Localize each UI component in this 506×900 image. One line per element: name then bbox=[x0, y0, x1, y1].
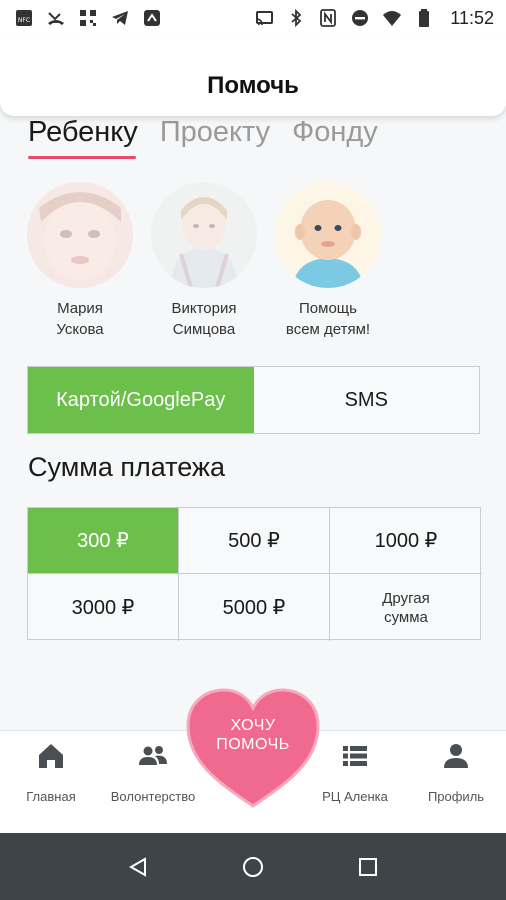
person-icon bbox=[444, 744, 468, 768]
pay-by-sms-button[interactable]: SMS bbox=[254, 367, 480, 433]
wifi-icon bbox=[382, 8, 402, 28]
nav-label: Главная bbox=[26, 789, 76, 804]
battery-icon bbox=[414, 8, 434, 28]
nav-label: РЦ Аленка bbox=[322, 789, 388, 804]
back-icon bbox=[128, 856, 146, 877]
square-recents-icon bbox=[359, 857, 378, 876]
amount-option[interactable]: 5000 ₽ bbox=[179, 574, 330, 641]
amount-option[interactable]: 500 ₽ bbox=[179, 508, 330, 574]
home-system-button[interactable] bbox=[238, 852, 268, 882]
nfc-n-icon bbox=[318, 8, 338, 28]
child-photo bbox=[151, 182, 257, 288]
child-card[interactable]: Виктория Симцова bbox=[144, 182, 264, 340]
sum-title: Сумма платежа bbox=[28, 452, 225, 482]
cast-icon bbox=[254, 8, 274, 28]
child-photo bbox=[275, 182, 381, 288]
tab-child[interactable]: Ребенку bbox=[28, 116, 138, 159]
telegram-icon bbox=[110, 8, 130, 28]
payment-method-toggle: Картой/GooglePay SMS bbox=[27, 366, 480, 434]
people-icon bbox=[139, 746, 167, 765]
list-icon bbox=[343, 746, 367, 766]
svg-text:NFC: NFC bbox=[18, 17, 30, 24]
app-icon bbox=[142, 8, 162, 28]
other-amount-button[interactable]: Другая сумма bbox=[330, 574, 482, 641]
home-icon bbox=[39, 744, 63, 768]
circle-home-icon bbox=[242, 856, 263, 877]
nfc-icon: NFC bbox=[14, 8, 34, 28]
help-button-label: ХОЧУ ПОМОЧЬ bbox=[216, 717, 290, 753]
status-bar: NFC 11:52 bbox=[0, 0, 506, 36]
child-photo bbox=[27, 182, 133, 288]
app-header: Помочь bbox=[0, 36, 506, 116]
child-name: Помощь всем детям! bbox=[285, 300, 371, 338]
nav-home[interactable]: Главная bbox=[1, 741, 101, 804]
tab-fund[interactable]: Фонду bbox=[292, 116, 378, 159]
recents-button[interactable] bbox=[353, 852, 383, 882]
child-name: Виктория Симцова bbox=[171, 300, 237, 338]
system-navigation-bar bbox=[0, 833, 506, 900]
bluetooth-icon bbox=[286, 8, 306, 28]
tab-project[interactable]: Проекту bbox=[160, 116, 270, 159]
missed-call-icon bbox=[46, 8, 66, 28]
help-heart-button[interactable]: ХОЧУ ПОМОЧЬ bbox=[184, 686, 322, 810]
amount-option[interactable]: 1000 ₽ bbox=[330, 508, 482, 574]
child-card[interactable]: Помощь всем детям! bbox=[268, 182, 388, 340]
child-card[interactable]: Мария Ускова bbox=[20, 182, 140, 340]
pay-by-card-button[interactable]: Картой/GooglePay bbox=[28, 367, 254, 433]
amount-options: 300 ₽ 500 ₽ 1000 ₽ 3000 ₽ 5000 ₽ Другая … bbox=[27, 507, 482, 641]
clock: 11:52 bbox=[450, 7, 494, 28]
amount-option[interactable]: 300 ₽ bbox=[28, 508, 179, 574]
nav-label: Профиль bbox=[427, 789, 485, 804]
qr-icon bbox=[78, 8, 98, 28]
children-list: Мария Ускова Виктория Симцова Помощь все… bbox=[20, 182, 388, 340]
back-button[interactable] bbox=[123, 852, 153, 882]
dnd-icon bbox=[350, 8, 370, 28]
child-name: Мария Ускова bbox=[56, 300, 104, 338]
help-target-tabs: Ребенку Проекту Фонду bbox=[28, 116, 378, 159]
nav-label: Волонтерство bbox=[110, 789, 196, 804]
page-title: Помочь bbox=[207, 72, 299, 99]
nav-profile[interactable]: Профиль bbox=[406, 741, 506, 804]
amount-option[interactable]: 3000 ₽ bbox=[28, 574, 179, 641]
